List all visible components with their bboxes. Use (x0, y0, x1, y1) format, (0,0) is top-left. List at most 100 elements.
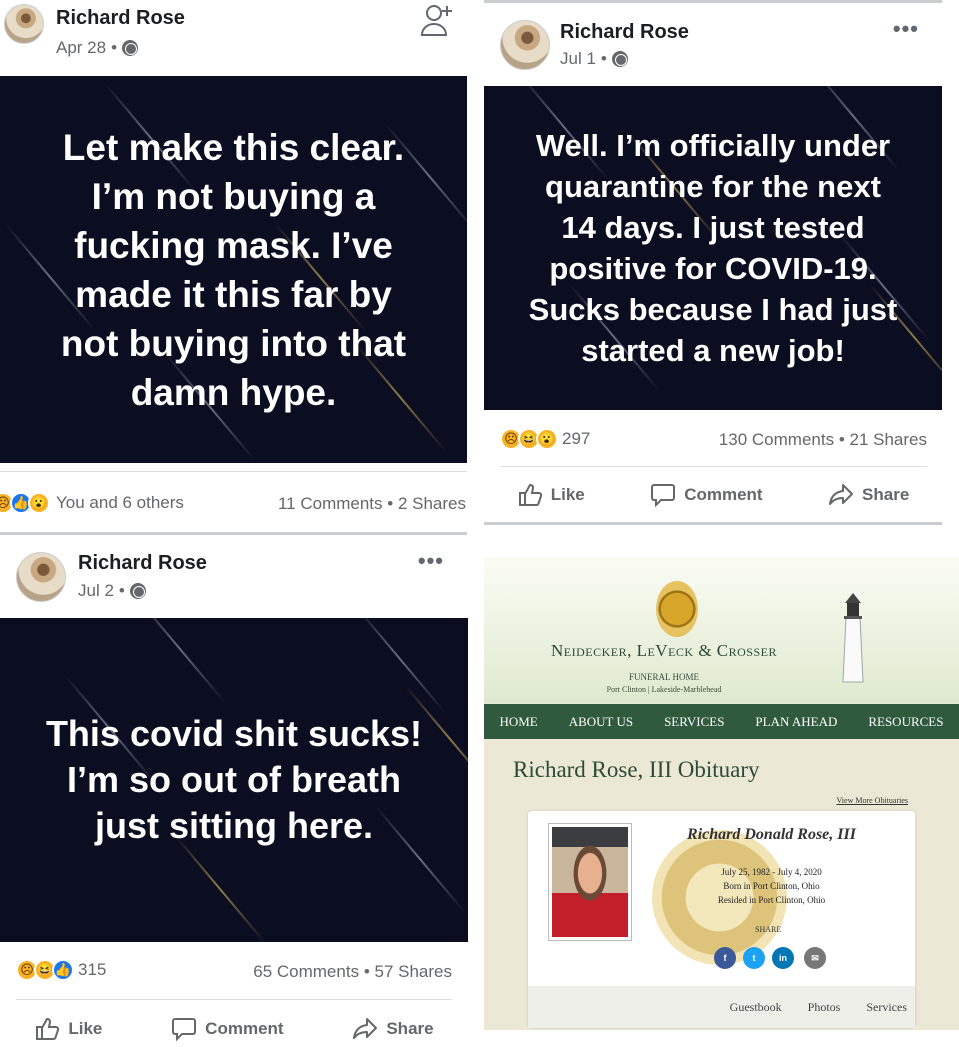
post-meta: Apr 28 • (56, 38, 139, 58)
post-image[interactable]: This covid shit sucks! I’m so out of bre… (0, 618, 468, 942)
tab-services[interactable]: Services (866, 1000, 907, 1015)
share-count[interactable]: 57 Shares (375, 962, 453, 981)
nav-home[interactable]: HOME (499, 714, 537, 730)
add-friend-icon[interactable] (419, 2, 455, 38)
post-author[interactable]: Richard Rose (560, 21, 689, 44)
avatar[interactable] (500, 20, 550, 70)
nav-about-us[interactable]: ABOUT US (569, 714, 633, 730)
wow-reaction-icon: 😮 (536, 428, 558, 450)
like-label: Like (68, 1019, 103, 1038)
reaction-text: You and 6 others (56, 493, 184, 512)
deceased-name: Richard Donald Rose, III (687, 826, 856, 843)
post-text: Let make this clear. I’m not buying a fu… (61, 123, 406, 417)
post-text: This covid shit sucks! I’m so out of bre… (46, 711, 422, 849)
comment-button[interactable]: Comment (650, 482, 763, 508)
post-date[interactable]: Jul 1 (560, 49, 596, 69)
linkedin-share-icon[interactable]: in (772, 947, 794, 969)
thumbs-up-icon (36, 1017, 60, 1040)
post-image[interactable]: Well. I’m officially under quarantine fo… (484, 86, 942, 410)
post-date[interactable]: Apr 28 (56, 38, 106, 58)
funeral-home-header: Neidecker, LeVeck & Crosser FUNERAL HOME… (484, 557, 959, 703)
like-reaction-icon: 👍 (52, 959, 74, 981)
post-date[interactable]: Jul 2 (78, 581, 114, 601)
obituary-card: Richard Donald Rose, III July 25, 1982 -… (528, 811, 915, 1028)
reaction-count: 297 (562, 429, 591, 448)
funeral-home-subtitle: FUNERAL HOME (629, 672, 699, 682)
reactions-summary[interactable]: ☹ 👍 😮 You and 6 others (0, 492, 184, 514)
funeral-home-logo[interactable] (656, 581, 698, 637)
globe-icon (129, 583, 146, 599)
post-text-line: just sitting here. (94, 805, 374, 846)
comment-count[interactable]: 11 Comments (278, 494, 383, 513)
main-nav: HOME ABOUT US SERVICES PLAN AHEAD RESOUR… (484, 704, 959, 739)
post-stats[interactable]: 130 Comments • 21 Shares (719, 430, 927, 450)
nav-services[interactable]: SERVICES (664, 714, 724, 730)
like-button[interactable]: Like (34, 1016, 102, 1042)
view-more-link[interactable]: View More Obituaries (837, 796, 909, 805)
twitter-share-icon[interactable]: t (743, 947, 765, 969)
meta-dot: • (118, 581, 125, 600)
reactions-summary[interactable]: ☹ 😆 😮 297 (500, 428, 590, 450)
post-actions: Like Comment Share (0, 1016, 468, 1042)
share-button[interactable]: Share (828, 482, 909, 508)
lighthouse-icon (842, 593, 864, 683)
like-button[interactable]: Like (517, 482, 585, 508)
nav-resources[interactable]: RESOURCES (868, 714, 943, 730)
share-button[interactable]: Share (352, 1016, 434, 1042)
like-label: Like (550, 485, 585, 504)
post-panel-1: Richard Rose Apr 28 • Let make this clea… (0, 0, 467, 535)
post-text-line: positive for COVID-19. (549, 251, 877, 286)
post-meta: Jul 2 • (78, 581, 146, 601)
comment-count[interactable]: 65 Comments (253, 962, 359, 981)
avatar[interactable] (4, 4, 44, 44)
post-stats[interactable]: 65 Comments • 57 Shares (253, 962, 452, 982)
share-icon (353, 1018, 378, 1039)
comment-count[interactable]: 130 Comments (719, 430, 834, 449)
comment-icon (651, 484, 676, 508)
birthplace: Born in Port Clinton, Ohio (723, 881, 820, 891)
tab-guestbook[interactable]: Guestbook (730, 1000, 782, 1015)
post-meta: Jul 1 • (560, 49, 628, 69)
post-author[interactable]: Richard Rose (56, 7, 185, 30)
comment-icon (172, 1018, 197, 1042)
email-share-icon[interactable]: ✉ (804, 947, 826, 969)
post-text-line: Sucks because I had just (528, 292, 898, 327)
post-text-line: not buying into that (60, 322, 407, 364)
share-label: Share (862, 485, 910, 504)
obituary-panel: Neidecker, LeVeck & Crosser FUNERAL HOME… (484, 557, 959, 1030)
stat-separator: • (363, 962, 370, 981)
share-icon (829, 484, 854, 505)
post-actions: Like Comment Share (484, 482, 942, 508)
deceased-photo[interactable] (548, 823, 632, 941)
share-count[interactable]: 2 Shares (398, 494, 466, 513)
post-author[interactable]: Richard Rose (78, 552, 207, 575)
post-text-line: made it this far by (75, 273, 392, 315)
life-dates: July 25, 1982 - July 4, 2020 (721, 867, 822, 877)
post-text-line: quarantine for the next (545, 169, 881, 204)
post-text-line: damn hype. (130, 371, 337, 413)
nav-plan-ahead[interactable]: PLAN AHEAD (755, 714, 837, 730)
globe-icon (611, 51, 628, 67)
more-options-icon[interactable]: ••• (418, 548, 444, 574)
facebook-share-icon[interactable]: f (714, 947, 736, 969)
post-text-line: started a new job! (581, 333, 845, 368)
post-image[interactable]: Let make this clear. I’m not buying a fu… (0, 76, 467, 463)
divider (484, 0, 942, 3)
post-stats[interactable]: 11 Comments • 2 Shares (278, 494, 466, 514)
obituary-tabs: Guestbook Photos Services (528, 986, 915, 1028)
thumbs-up-icon (518, 483, 542, 506)
residence: Resided in Port Clinton, Ohio (717, 895, 826, 905)
avatar[interactable] (16, 552, 66, 602)
comment-button[interactable]: Comment (171, 1016, 284, 1042)
share-count[interactable]: 21 Shares (850, 430, 928, 449)
stat-separator: • (838, 430, 845, 449)
post-text-line: fucking mask. I’ve (74, 224, 393, 266)
reaction-count: 315 (78, 960, 107, 979)
tab-photos[interactable]: Photos (808, 1000, 841, 1015)
reactions-summary[interactable]: ☹ 😆 👍 315 (16, 959, 106, 981)
obituary-title: Richard Rose, III Obituary (513, 757, 760, 782)
divider (16, 999, 452, 1000)
funeral-home-name[interactable]: Neidecker, LeVeck & Crosser (484, 641, 844, 661)
post-text-line: Let make this clear. (62, 126, 405, 168)
more-options-icon[interactable]: ••• (893, 16, 919, 42)
